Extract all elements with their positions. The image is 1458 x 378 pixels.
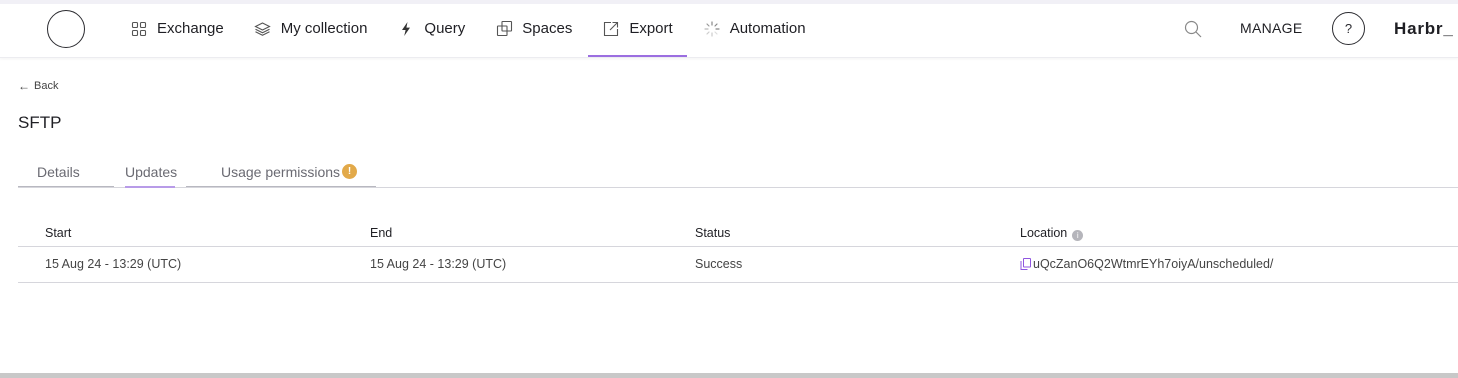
copy-icon[interactable] (1020, 258, 1031, 273)
nav-label-exchange: Exchange (157, 20, 224, 37)
cell-status: Success (695, 257, 743, 271)
column-header-status: Status (695, 226, 731, 240)
logo-icon[interactable] (47, 10, 85, 48)
tab-details-underline (18, 186, 114, 187)
location-path: uQcZanO6Q2WtmrEYh7oiyA/unscheduled/ (1033, 257, 1274, 271)
nav-label-query: Query (424, 20, 466, 37)
nav-label-my-collection: My collection (280, 20, 368, 37)
layers-icon (254, 20, 272, 38)
warning-badge-icon: ! (342, 164, 357, 179)
nav-item-automation[interactable]: Automation (703, 0, 806, 57)
arrow-left-icon: ← (18, 79, 30, 93)
column-header-location: Location i (1020, 226, 1084, 241)
brand-name: Harbr_ (1394, 19, 1454, 38)
nav-item-exchange[interactable]: Exchange (130, 0, 224, 57)
lightning-icon (397, 20, 415, 38)
nav-item-query[interactable]: Query (397, 0, 465, 57)
table-row: 15 Aug 24 - 13:29 (UTC) 15 Aug 24 - 13:2… (18, 247, 1458, 283)
spaces-icon (495, 20, 513, 38)
grid-icon (130, 20, 148, 38)
tab-usage-permissions-underline (186, 186, 376, 187)
nav-item-my-collection[interactable]: My collection (254, 0, 368, 57)
manage-button[interactable]: MANAGE (1240, 20, 1302, 36)
nav-item-export[interactable]: Export (588, 0, 688, 57)
back-link[interactable]: ← Back (18, 79, 58, 93)
cell-location-link[interactable]: uQcZanO6Q2WtmrEYh7oiyA/unscheduled/ (1020, 257, 1273, 273)
tab-updates[interactable]: Updates (125, 164, 177, 188)
cell-start: 15 Aug 24 - 13:29 (UTC) (45, 257, 182, 271)
column-header-start: Start (45, 226, 72, 240)
table-header-row: Start End Status Location i (18, 219, 1458, 247)
cell-end: 15 Aug 24 - 13:29 (UTC) (370, 257, 507, 271)
tab-usage-permissions[interactable]: Usage permissions (221, 164, 340, 188)
main-nav: Exchange My collection Query Spaces Expo… (130, 0, 836, 57)
nav-item-spaces[interactable]: Spaces (495, 0, 572, 57)
back-label: Back (34, 80, 59, 92)
window-bottom-edge (0, 373, 1458, 378)
tab-details[interactable]: Details (37, 164, 80, 188)
search-icon[interactable] (1184, 20, 1202, 38)
tab-updates-active-underline (125, 186, 175, 188)
nav-label-export: Export (629, 20, 673, 37)
page-title: SFTP (18, 113, 62, 132)
updates-table: Start End Status Location i 15 Aug 24 - 1… (18, 219, 1458, 283)
info-icon[interactable]: i (1072, 230, 1084, 241)
top-navigation-bar: Exchange My collection Query Spaces Expo… (0, 0, 1458, 58)
column-header-end: End (370, 226, 393, 240)
nav-label-spaces: Spaces (522, 20, 573, 37)
nav-label-automation: Automation (729, 20, 806, 37)
column-header-location-label: Location (1020, 226, 1068, 240)
export-icon (602, 20, 620, 38)
help-button[interactable]: ? (1332, 12, 1365, 45)
spinner-icon (703, 20, 721, 38)
